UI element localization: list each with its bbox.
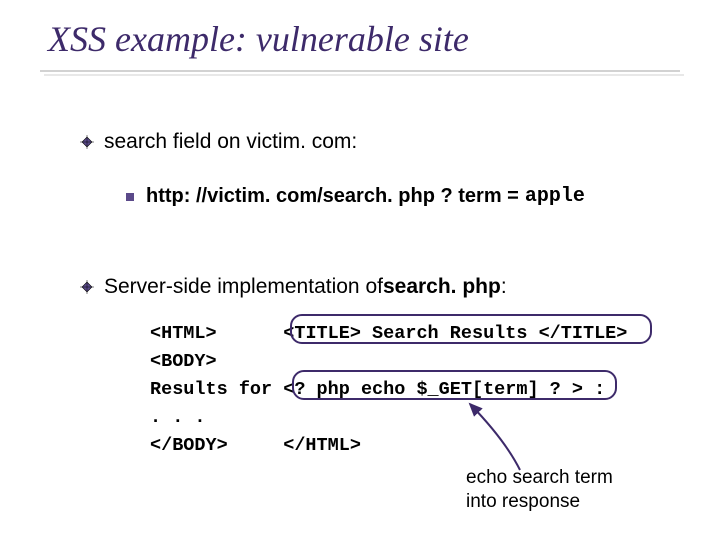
code-results-for: Results for bbox=[150, 379, 283, 400]
bullet-1-text: search field on victim. com: bbox=[104, 130, 357, 154]
diamond-bullet-icon bbox=[80, 135, 94, 149]
slide-title: XSS example: vulnerable site bbox=[48, 18, 469, 60]
diamond-bullet-icon bbox=[80, 280, 94, 294]
title-underline-shadow bbox=[44, 74, 684, 76]
bullet-2-code: search. php bbox=[383, 275, 501, 299]
square-bullet-icon bbox=[126, 193, 134, 201]
highlight-box-echo bbox=[292, 370, 617, 400]
annotation-arrow bbox=[460, 400, 580, 480]
url-term: apple bbox=[525, 185, 585, 208]
bullet-search-field: search field on victim. com: bbox=[80, 130, 357, 154]
bullet-2-text-post: : bbox=[501, 275, 507, 299]
slide: XSS example: vulnerable site search fiel… bbox=[0, 0, 720, 540]
sub-bullet-url: http: //victim. com/search. php ? term =… bbox=[126, 185, 585, 208]
bullet-2-text-pre: Server-side implementation of bbox=[104, 275, 383, 299]
annotation-line-2: into response bbox=[466, 490, 613, 514]
title-underline bbox=[40, 70, 680, 72]
code-html-open: <HTML> bbox=[150, 323, 283, 344]
url-text: http: //victim. com/search. php ? term = bbox=[146, 185, 519, 208]
bullet-server-impl: Server-side implementation of search. ph… bbox=[80, 275, 507, 299]
highlight-box-title bbox=[290, 314, 652, 344]
